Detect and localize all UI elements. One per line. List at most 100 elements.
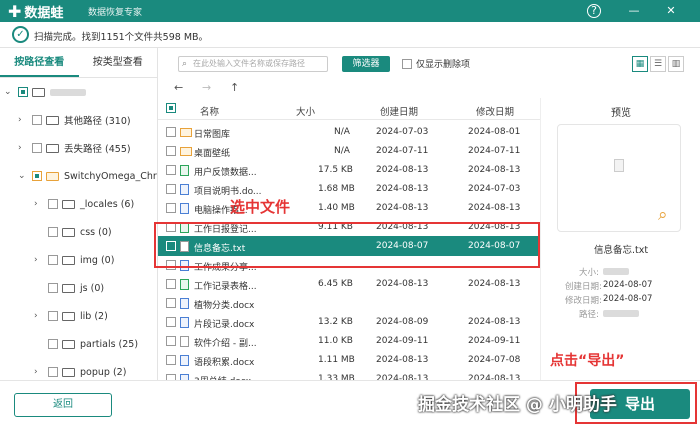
minimize-button[interactable]: — xyxy=(626,3,642,19)
column-modified[interactable]: 修改日期 xyxy=(476,104,514,118)
table-row[interactable]: 用户反馈数据... 17.5 KB 2024-08-13 2024-08-13 xyxy=(158,160,540,180)
file-name: 用户反馈数据... xyxy=(194,168,257,178)
row-checkbox[interactable] xyxy=(166,336,176,346)
back-arrow-icon[interactable]: ← xyxy=(174,81,183,94)
created-label: 创建日期: xyxy=(565,282,602,292)
deleted-only-toggle[interactable]: 仅显示删除项 xyxy=(402,57,470,70)
tree-item-switchyomega[interactable]: ⌄ SwitchyOmega_Chrom xyxy=(18,166,157,186)
file-size: 1.68 MB xyxy=(318,184,355,194)
back-button[interactable]: 返回 xyxy=(14,393,112,417)
folder-icon xyxy=(46,115,59,125)
file-created: 2024-07-11 xyxy=(376,146,429,156)
tree-checkbox[interactable] xyxy=(32,115,42,125)
file-created: 2024-08-13 xyxy=(376,184,429,194)
tree-item-js[interactable]: js (0) xyxy=(44,278,104,298)
table-row[interactable]: 片段记录.docx 13.2 KB 2024-08-09 2024-08-13 xyxy=(158,312,540,332)
search-input[interactable]: ⌕ 在此处输入文件名称或保存路径 xyxy=(178,56,328,72)
tree-item-lib[interactable]: › lib (2) xyxy=(34,306,108,326)
doc-file-icon xyxy=(180,355,189,366)
tree-item-lost-paths[interactable]: › 丢失路径 (455) xyxy=(18,138,131,158)
tree-item-img[interactable]: › img (0) xyxy=(34,250,114,270)
tree-checkbox[interactable] xyxy=(32,143,42,153)
file-size: N/A xyxy=(334,146,350,156)
tree-item-partials[interactable]: partials (25) xyxy=(44,334,138,354)
table-row[interactable]: 植物分类.docx xyxy=(158,293,540,313)
table-row[interactable]: 语段积累.docx 1.11 MB 2024-08-13 2024-07-08 xyxy=(158,350,540,370)
chevron-right-icon[interactable]: › xyxy=(34,199,44,209)
up-arrow-icon[interactable]: ↑ xyxy=(230,81,239,94)
column-name[interactable]: 名称 xyxy=(200,104,219,118)
row-checkbox[interactable] xyxy=(166,355,176,365)
size-value-blurred xyxy=(603,268,629,275)
column-created[interactable]: 创建日期 xyxy=(380,104,418,118)
size-label: 大小: xyxy=(579,268,599,278)
file-created: 2024-08-13 xyxy=(376,279,429,289)
row-checkbox[interactable] xyxy=(166,317,176,327)
tree-label: js (0) xyxy=(80,282,105,294)
tree-checkbox[interactable] xyxy=(48,311,58,321)
grid-view-icon[interactable]: ▦ xyxy=(632,56,648,72)
file-name: 桌面壁纸 xyxy=(194,149,231,159)
tree-checkbox[interactable] xyxy=(32,171,42,181)
column-size[interactable]: 大小 xyxy=(296,104,315,118)
tree-checkbox[interactable] xyxy=(48,283,58,293)
row-checkbox[interactable] xyxy=(166,184,176,194)
tree-checkbox[interactable] xyxy=(18,87,28,97)
path-label: 路径: xyxy=(579,310,599,320)
file-modified: 2024-07-11 xyxy=(468,146,521,156)
folder-icon xyxy=(46,143,59,153)
file-size: 11.0 KB xyxy=(318,336,353,346)
help-icon[interactable]: ? xyxy=(587,4,601,18)
tree-checkbox[interactable] xyxy=(48,339,58,349)
row-checkbox[interactable] xyxy=(166,127,176,137)
tab-by-path[interactable]: 按路径查看 xyxy=(0,48,79,77)
chevron-right-icon[interactable]: › xyxy=(34,255,44,265)
zoom-icon[interactable]: ⌕ xyxy=(658,205,668,225)
table-row[interactable]: 电脑操作指... 1.40 MB 2024-08-13 2024-08-13 xyxy=(158,198,540,218)
table-row[interactable]: 软件介绍 - 副... 11.0 KB 2024-09-11 2024-09-11 xyxy=(158,331,540,351)
preview-title: 预览 xyxy=(611,108,631,119)
chevron-right-icon[interactable]: › xyxy=(34,367,44,377)
row-checkbox[interactable] xyxy=(166,203,176,213)
select-all-checkbox[interactable] xyxy=(166,103,176,113)
tree-checkbox[interactable] xyxy=(48,255,58,265)
deleted-only-checkbox[interactable] xyxy=(402,58,412,69)
forward-arrow-icon[interactable]: → xyxy=(202,81,211,94)
chevron-down-icon[interactable]: ⌄ xyxy=(18,171,28,181)
table-row[interactable]: 工作记录表格... 6.45 KB 2024-08-13 2024-08-13 xyxy=(158,274,540,294)
view-tabs: 按路径查看 按类型查看 xyxy=(0,48,157,78)
tree-item-locales[interactable]: › _locales (6) xyxy=(34,194,134,214)
row-checkbox[interactable] xyxy=(166,146,176,156)
row-checkbox[interactable] xyxy=(166,298,176,308)
preview-box: ⌕ xyxy=(557,124,681,232)
created-value: 2024-08-07 xyxy=(603,280,653,290)
tree-item-css[interactable]: css (0) xyxy=(44,222,112,242)
file-modified: 2024-08-13 xyxy=(468,279,521,289)
tab-by-type[interactable]: 按类型查看 xyxy=(79,48,158,77)
row-checkbox[interactable] xyxy=(166,165,176,175)
deleted-only-label: 仅显示删除项 xyxy=(416,60,471,70)
tree-item-popup[interactable]: › popup (2) xyxy=(34,362,126,380)
tree-checkbox[interactable] xyxy=(48,199,58,209)
chevron-right-icon[interactable]: › xyxy=(18,115,28,125)
toolbar: ⌕ 在此处输入文件名称或保存路径 筛选器 仅显示删除项 ▦ ☰ ▥ xyxy=(158,48,700,78)
table-row[interactable]: 桌面壁纸 N/A 2024-07-11 2024-07-11 xyxy=(158,141,540,161)
row-checkbox[interactable] xyxy=(166,279,176,289)
tree-checkbox[interactable] xyxy=(48,367,58,377)
drive-name-blurred xyxy=(50,88,86,96)
close-button[interactable]: ✕ xyxy=(663,3,679,19)
list-view-icon[interactable]: ☰ xyxy=(650,56,666,72)
table-row[interactable]: 3周总结.docx1.33 MB2024-08-132024-08-13 xyxy=(158,369,540,380)
tree-item-other-paths[interactable]: › 其他路径 (310) xyxy=(18,110,131,130)
tree-checkbox[interactable] xyxy=(48,227,58,237)
file-name: 工作记录表格... xyxy=(194,282,257,292)
chevron-right-icon[interactable]: › xyxy=(18,143,28,153)
table-row[interactable]: 日常图库 N/A 2024-07-03 2024-08-01 xyxy=(158,122,540,142)
tree-item-drive[interactable]: ⌄ xyxy=(4,82,86,102)
chevron-right-icon[interactable]: › xyxy=(34,311,44,321)
filter-button[interactable]: 筛选器 xyxy=(342,56,390,72)
chevron-down-icon[interactable]: ⌄ xyxy=(4,87,14,97)
doc-file-icon xyxy=(180,298,189,309)
detail-view-icon[interactable]: ▥ xyxy=(668,56,684,72)
table-row[interactable]: 项目说明书.do... 1.68 MB 2024-08-13 2024-07-03 xyxy=(158,179,540,199)
